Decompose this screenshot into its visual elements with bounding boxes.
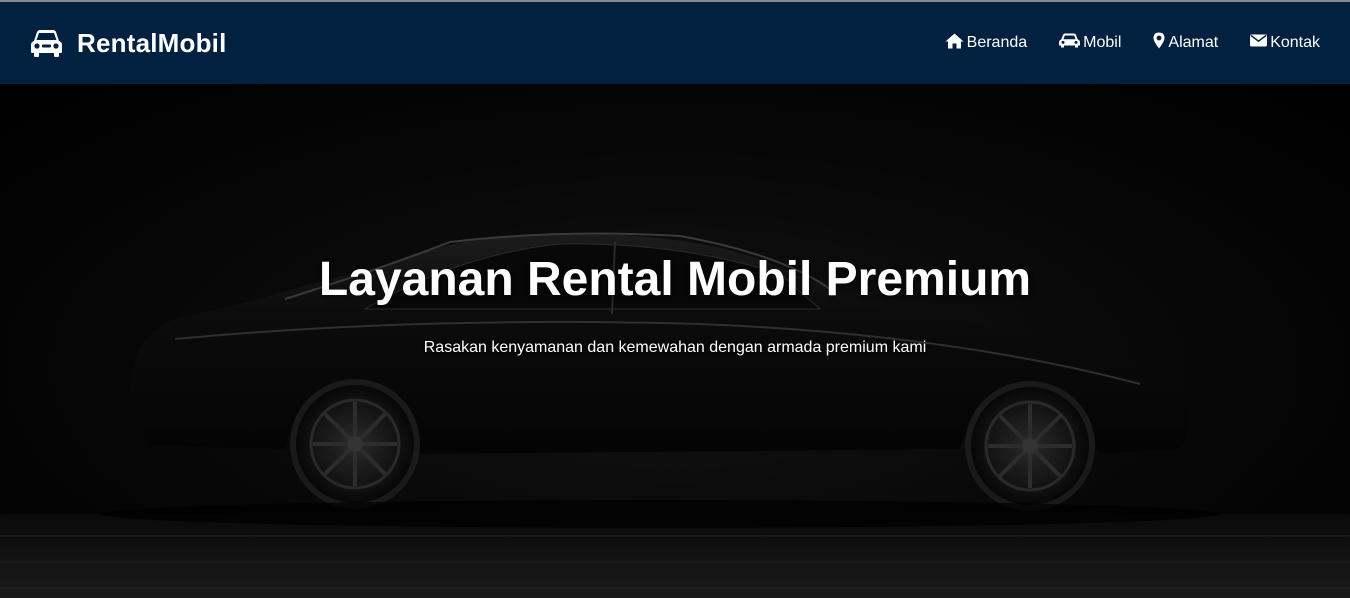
front-wheel <box>965 381 1095 511</box>
brand-logo-link[interactable]: RentalMobil <box>31 28 227 59</box>
car-icon <box>1059 33 1081 53</box>
home-icon <box>945 33 964 54</box>
car-icon <box>31 29 62 57</box>
brand-name: RentalMobil <box>77 27 227 58</box>
nav-link-beranda[interactable]: Beranda <box>945 33 1028 54</box>
nav-link-kontak[interactable]: Kontak <box>1250 34 1320 52</box>
nav-menu: Beranda Mobil Alamat Kontak <box>913 32 1320 54</box>
hero-subtitle: Rasakan kenyamanan dan kemewahan dengan … <box>423 339 927 356</box>
nav-link-alamat[interactable]: Alamat <box>1153 32 1218 54</box>
rear-wheel <box>290 379 420 509</box>
navbar: RentalMobil Beranda Mobil Alamat Kontak <box>0 2 1350 84</box>
nav-link-label: Alamat <box>1168 34 1219 51</box>
nav-link-mobil[interactable]: Mobil <box>1059 33 1121 53</box>
hero-title: Layanan Rental Mobil Premium <box>318 253 1032 306</box>
hero-section: Layanan Rental Mobil Premium Rasakan ken… <box>0 84 1350 598</box>
nav-link-label: Beranda <box>966 34 1028 51</box>
nav-link-label: Kontak <box>1270 34 1320 51</box>
map-marker-icon <box>1153 32 1165 54</box>
envelope-icon <box>1250 34 1268 52</box>
nav-link-label: Mobil <box>1083 34 1122 51</box>
